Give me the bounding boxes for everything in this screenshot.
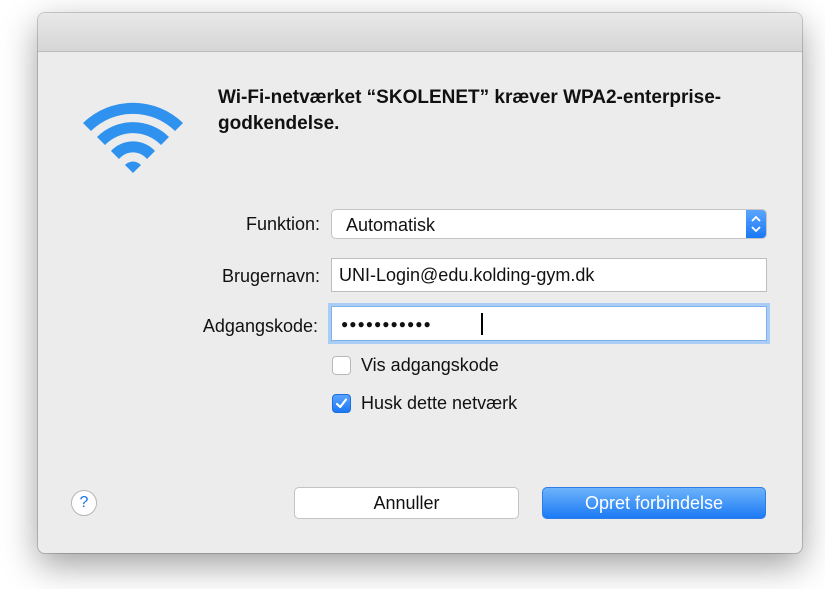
mode-select-value: Automatisk	[346, 215, 436, 235]
password-masked-value: ●●●●●●●●●●●	[341, 317, 432, 331]
dialog-heading: Wi-Fi-netværket “SKOLENET” kræver WPA2-e…	[218, 87, 722, 134]
remember-network-checkbox[interactable]	[332, 394, 351, 413]
username-field[interactable]: UNI-Login@edu.kolding-gym.dk	[331, 258, 767, 292]
show-password-label: Vis adgangskode	[361, 355, 499, 375]
password-label: Adgangskode:	[202, 316, 318, 336]
help-button[interactable]: ?	[71, 490, 97, 516]
show-password-checkbox[interactable]	[332, 356, 351, 375]
remember-network-label: Husk dette netværk	[361, 393, 518, 413]
wifi-auth-dialog: Wi-Fi-netværket “SKOLENET” kræver WPA2-e…	[38, 13, 802, 553]
connect-button[interactable]: Opret forbindelse	[542, 487, 766, 519]
username-value: UNI-Login@edu.kolding-gym.dk	[339, 265, 595, 285]
text-caret	[481, 313, 483, 335]
title-bar[interactable]	[38, 13, 802, 52]
cancel-button[interactable]: Annuller	[294, 487, 519, 519]
mode-select[interactable]: Automatisk	[331, 209, 767, 239]
mode-label: Funktion:	[245, 214, 320, 234]
chevron-updown-icon[interactable]	[746, 210, 766, 238]
username-label: Brugernavn:	[221, 266, 320, 286]
password-field[interactable]: ●●●●●●●●●●●	[331, 306, 767, 341]
wifi-icon	[83, 102, 183, 173]
checkmark-icon	[335, 398, 348, 409]
